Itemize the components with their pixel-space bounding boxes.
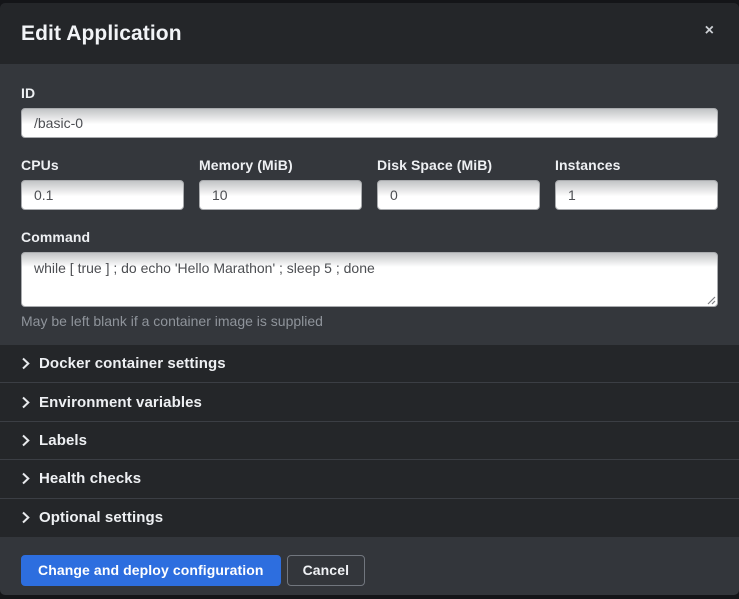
command-textarea[interactable]: while [ true ] ; do echo 'Hello Marathon…	[21, 252, 718, 307]
section-docker-container-settings[interactable]: Docker container settings	[0, 345, 739, 383]
chevron-right-icon	[21, 511, 35, 524]
command-help-text: May be left blank if a container image i…	[21, 313, 718, 329]
cancel-button[interactable]: Cancel	[287, 555, 366, 586]
section-label: Labels	[39, 432, 87, 449]
id-label: ID	[21, 85, 718, 101]
id-input[interactable]	[21, 108, 718, 138]
section-label: Environment variables	[39, 394, 202, 411]
id-field-group: ID	[21, 85, 718, 138]
section-label: Optional settings	[39, 509, 163, 526]
chevron-right-icon	[21, 472, 35, 485]
disk-input[interactable]	[377, 180, 540, 210]
section-health-checks[interactable]: Health checks	[0, 460, 739, 498]
memory-label: Memory (MiB)	[199, 157, 362, 173]
disk-field-group: Disk Space (MiB)	[377, 157, 540, 210]
modal-header: Edit Application ×	[0, 3, 739, 64]
section-environment-variables[interactable]: Environment variables	[0, 383, 739, 421]
section-labels[interactable]: Labels	[0, 422, 739, 460]
modal-footer: Change and deploy configuration Cancel	[0, 537, 739, 595]
section-optional-settings[interactable]: Optional settings	[0, 499, 739, 537]
cpus-field-group: CPUs	[21, 157, 184, 210]
command-field-group: Command while [ true ] ; do echo 'Hello …	[21, 229, 718, 329]
command-label: Command	[21, 229, 718, 245]
form-section: ID CPUs Memory (MiB) Disk Space (MiB) In…	[0, 64, 739, 345]
instances-input[interactable]	[555, 180, 718, 210]
resources-row: CPUs Memory (MiB) Disk Space (MiB) Insta…	[21, 157, 718, 210]
change-and-deploy-button[interactable]: Change and deploy configuration	[21, 555, 281, 586]
cpus-label: CPUs	[21, 157, 184, 173]
section-label: Docker container settings	[39, 355, 226, 372]
disk-label: Disk Space (MiB)	[377, 157, 540, 173]
page-title: Edit Application	[21, 22, 182, 46]
chevron-right-icon	[21, 434, 35, 447]
memory-field-group: Memory (MiB)	[199, 157, 362, 210]
edit-application-modal: Edit Application × ID CPUs Memory (MiB) …	[0, 3, 739, 595]
section-label: Health checks	[39, 470, 141, 487]
collapsible-sections: Docker container settings Environment va…	[0, 345, 739, 537]
instances-label: Instances	[555, 157, 718, 173]
close-icon[interactable]: ×	[701, 19, 718, 43]
instances-field-group: Instances	[555, 157, 718, 210]
memory-input[interactable]	[199, 180, 362, 210]
cpus-input[interactable]	[21, 180, 184, 210]
chevron-right-icon	[21, 396, 35, 409]
resize-handle-icon[interactable]	[706, 295, 716, 305]
chevron-right-icon	[21, 357, 35, 370]
